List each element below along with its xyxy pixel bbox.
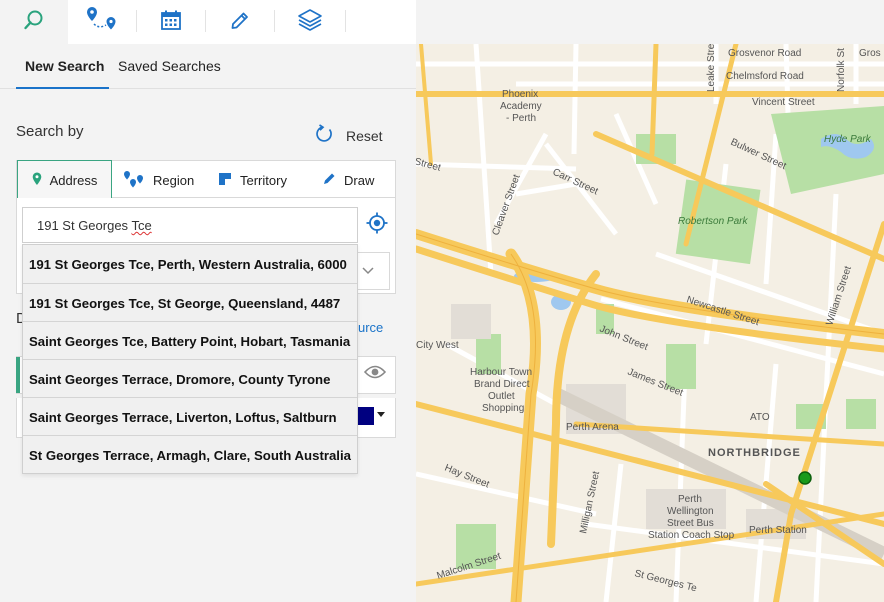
mode-draw-label: Draw <box>344 172 375 188</box>
mode-territory-label: Territory <box>240 172 287 188</box>
street-label: William Street <box>824 265 854 327</box>
street-label: Cleaver Street <box>490 173 522 237</box>
place-label: Wellington <box>667 506 714 517</box>
route-tool-button[interactable] <box>68 0 136 44</box>
crosshair-icon <box>366 212 388 238</box>
place-label: Station Coach Stop <box>648 530 735 541</box>
street-label: Norfolk St <box>836 48 847 92</box>
pencil-icon <box>229 9 251 36</box>
search-tool-button[interactable] <box>0 0 68 44</box>
suggestion-item[interactable]: Saint Georges Terrace, Liverton, Loftus,… <box>23 397 357 435</box>
map-canvas[interactable]: Grosvenor Road Gros Chelmsford Road Vinc… <box>416 44 884 602</box>
top-toolbar <box>0 0 416 44</box>
street-label: Vincent Street <box>752 97 815 108</box>
draw-tool-button[interactable] <box>206 0 274 44</box>
mode-address-label: Address <box>49 172 98 188</box>
suggestion-item[interactable]: 191 St Georges Tce, Perth, Western Austr… <box>23 245 357 283</box>
mode-territory[interactable]: Territory <box>218 161 287 199</box>
suggestion-item[interactable]: Saint Georges Tce, Battery Point, Hobart… <box>23 321 357 359</box>
place-label: Perth <box>678 494 702 505</box>
mode-draw[interactable]: Draw <box>323 161 374 199</box>
address-suggestions-dropdown: 191 St Georges Tce, Perth, Western Austr… <box>22 244 358 474</box>
calendar-icon <box>160 9 182 36</box>
layer-row-indicator <box>16 357 20 393</box>
place-label: - Perth <box>506 113 536 124</box>
street-label: Leake Street <box>706 44 717 92</box>
tab-saved-searches[interactable]: Saved Searches <box>118 58 221 74</box>
calendar-tool-button[interactable] <box>137 0 205 44</box>
search-icon <box>23 9 45 36</box>
toolbar-divider <box>274 10 275 32</box>
place-label: Brand Direct <box>474 379 530 390</box>
street-label: Newcastle Street <box>685 294 760 328</box>
place-label: Outlet <box>488 391 515 402</box>
suggestion-item[interactable]: St Georges Terrace, Armagh, Clare, South… <box>23 435 357 473</box>
street-label: Chelmsford Road <box>726 71 804 82</box>
source-link[interactable]: urce <box>358 320 383 335</box>
active-tab-indicator <box>16 87 109 89</box>
visibility-toggle[interactable] <box>363 364 387 385</box>
park-label: Robertson Park <box>678 216 748 227</box>
reset-label: Reset <box>346 127 383 144</box>
street-label: St Georges Te <box>633 568 698 594</box>
street-label: Carr Street <box>551 167 600 198</box>
color-swatch[interactable] <box>358 407 374 425</box>
street-label: Bulwer Street <box>729 137 788 172</box>
search-mode-tabs: Address Region Territory Draw <box>16 160 396 200</box>
eye-icon <box>363 365 387 384</box>
color-dropdown-caret-icon[interactable] <box>377 412 385 417</box>
street-label: Milligan Street <box>578 470 602 534</box>
app-window: New Search Saved Searches Search by Rese… <box>0 0 884 602</box>
search-panel: New Search Saved Searches Search by Rese… <box>0 44 416 602</box>
place-label: Harbour Town <box>470 367 532 378</box>
place-label: Shopping <box>482 403 524 414</box>
address-input[interactable]: 191 St Georges Tce <box>22 207 358 243</box>
suburb-label: NORTHBRIDGE <box>708 447 801 459</box>
search-tabs: New Search Saved Searches <box>0 44 416 89</box>
address-input-value: 191 St Georges <box>37 218 132 233</box>
map-pin-icon <box>32 172 42 189</box>
place-label: Perth Arena <box>566 422 619 433</box>
mode-region-label: Region <box>153 172 195 188</box>
place-label: Academy <box>500 101 542 112</box>
territory-icon <box>218 172 232 189</box>
street-label: Hay Street <box>443 463 491 491</box>
street-label: John Street <box>598 324 650 353</box>
tab-new-search[interactable]: New Search <box>25 58 104 74</box>
mode-address[interactable]: Address <box>17 160 112 200</box>
street-label: James Street <box>626 367 685 399</box>
chevron-down-icon <box>361 262 374 280</box>
place-label: City West <box>416 340 459 351</box>
place-label: ATO <box>750 412 770 423</box>
search-by-label: Search by <box>16 123 84 140</box>
reset-button[interactable]: Reset <box>314 124 383 147</box>
street-label: Gros <box>859 48 881 59</box>
street-label: Street <box>416 156 442 174</box>
place-label: Perth Station <box>749 525 807 536</box>
refresh-icon <box>314 124 334 147</box>
park-label: Hyde Park <box>824 134 872 145</box>
toolbar-divider <box>345 10 346 32</box>
locate-me-button[interactable] <box>366 212 388 239</box>
pencil-icon <box>323 172 336 188</box>
street-label: Grosvenor Road <box>728 48 801 59</box>
suggestion-item[interactable]: 191 St Georges Tce, St George, Queenslan… <box>23 283 357 321</box>
region-pins-icon <box>123 170 145 191</box>
route-pins-icon <box>86 5 118 40</box>
street-label: Malcolm Street <box>436 551 503 582</box>
suggestion-item[interactable]: Saint Georges Terrace, Dromore, County T… <box>23 359 357 397</box>
layers-icon <box>297 8 323 37</box>
place-label: Phoenix <box>502 89 538 100</box>
layers-tool-button[interactable] <box>276 0 344 44</box>
place-label: Street Bus <box>667 518 714 529</box>
map-labels: Grosvenor Road Gros Chelmsford Road Vinc… <box>416 44 881 594</box>
mode-region[interactable]: Region <box>123 161 194 199</box>
spellcheck-flagged-word: Tce <box>131 218 152 233</box>
